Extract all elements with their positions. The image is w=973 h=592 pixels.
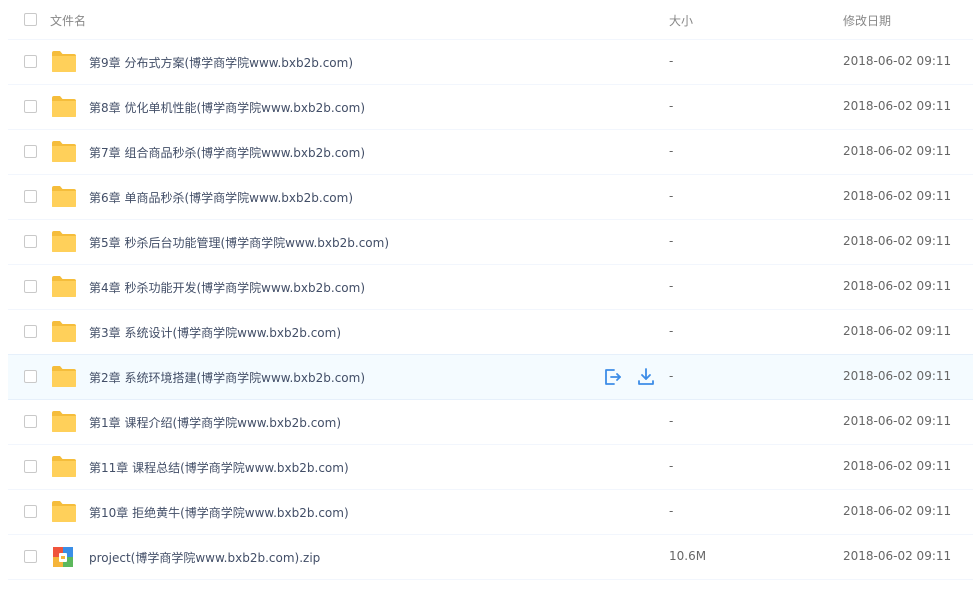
file-name[interactable]: 第10章 拒绝黄牛(博学商学院www.bxb2b.com) [89, 504, 349, 521]
folder-icon[interactable] [51, 230, 77, 253]
file-row[interactable]: 第6章 单商品秒杀(博学商学院www.bxb2b.com) - 2018-06-02… [8, 175, 973, 220]
file-date: 2018-06-02 09:11 [843, 459, 952, 473]
file-size: - [669, 234, 674, 248]
file-date: 2018-06-02 09:11 [843, 234, 952, 248]
file-size: 10.6M [669, 549, 707, 563]
file-row[interactable]: 第10章 拒绝黄牛(博学商学院www.bxb2b.com) - 2018-06-02… [8, 490, 973, 535]
file-date: 2018-06-02 09:11 [843, 549, 952, 563]
folder-icon[interactable] [51, 410, 77, 433]
file-name[interactable]: 第6章 单商品秒杀(博学商学院www.bxb2b.com) [89, 189, 353, 206]
file-list: 文件名 大小 修改日期 第9章 分布式方案(博学商学院www.bxb2b.com… [8, 0, 973, 580]
row-checkbox[interactable] [24, 280, 37, 293]
row-checkbox[interactable] [24, 55, 37, 68]
folder-icon[interactable] [51, 140, 77, 163]
file-name[interactable]: 第9章 分布式方案(博学商学院www.bxb2b.com) [89, 54, 353, 71]
file-date: 2018-06-02 09:11 [843, 189, 952, 203]
file-rows: 第9章 分布式方案(博学商学院www.bxb2b.com) - 2018-06-02… [8, 40, 973, 580]
file-name[interactable]: project(博学商学院www.bxb2b.com).zip [89, 549, 320, 566]
file-row[interactable]: 第8章 优化单机性能(博学商学院www.bxb2b.com) - 2018-06-0… [8, 85, 973, 130]
folder-icon[interactable] [51, 50, 77, 73]
file-row[interactable]: 第1章 课程介绍(博学商学院www.bxb2b.com) - 2018-06-02 … [8, 400, 973, 445]
file-name[interactable]: 第11章 课程总结(博学商学院www.bxb2b.com) [89, 459, 349, 476]
file-date: 2018-06-02 09:11 [843, 504, 952, 518]
row-checkbox[interactable] [24, 460, 37, 473]
row-checkbox[interactable] [24, 370, 37, 383]
file-date: 2018-06-02 09:11 [843, 54, 952, 68]
file-name[interactable]: 第8章 优化单机性能(博学商学院www.bxb2b.com) [89, 99, 365, 116]
folder-icon[interactable] [51, 320, 77, 343]
file-date: 2018-06-02 09:11 [843, 279, 952, 293]
column-header-date[interactable]: 修改日期 [843, 12, 891, 29]
file-row[interactable]: 第7章 组合商品秒杀(博学商学院www.bxb2b.com) - 2018-06-0… [8, 130, 973, 175]
file-row[interactable]: project(博学商学院www.bxb2b.com).zip 10.6M 2018… [8, 535, 973, 580]
file-row[interactable]: 第5章 秒杀后台功能管理(博学商学院www.bxb2b.com) - 2018-06… [8, 220, 973, 265]
folder-icon[interactable] [51, 275, 77, 298]
file-row[interactable]: 第3章 系统设计(博学商学院www.bxb2b.com) - 2018-06-02 … [8, 310, 973, 355]
file-date: 2018-06-02 09:11 [843, 324, 952, 338]
file-name[interactable]: 第2章 系统环境搭建(博学商学院www.bxb2b.com) [89, 369, 365, 386]
file-size: - [669, 189, 674, 203]
file-row[interactable]: 第4章 秒杀功能开发(博学商学院www.bxb2b.com) - 2018-06-0… [8, 265, 973, 310]
file-size: - [669, 279, 674, 293]
file-date: 2018-06-02 09:11 [843, 369, 952, 383]
row-checkbox[interactable] [24, 415, 37, 428]
zip-icon[interactable] [53, 547, 73, 567]
file-date: 2018-06-02 09:11 [843, 99, 952, 113]
file-date: 2018-06-02 09:11 [843, 144, 952, 158]
file-name[interactable]: 第5章 秒杀后台功能管理(博学商学院www.bxb2b.com) [89, 234, 389, 251]
file-size: - [669, 504, 674, 518]
download-icon[interactable] [636, 367, 656, 387]
row-checkbox[interactable] [24, 505, 37, 518]
file-size: - [669, 414, 674, 428]
file-name[interactable]: 第4章 秒杀功能开发(博学商学院www.bxb2b.com) [89, 279, 365, 296]
column-header-name[interactable]: 文件名 [50, 12, 86, 29]
file-size: - [669, 459, 674, 473]
list-header: 文件名 大小 修改日期 [8, 0, 973, 40]
file-name[interactable]: 第3章 系统设计(博学商学院www.bxb2b.com) [89, 324, 341, 341]
row-checkbox[interactable] [24, 100, 37, 113]
file-row[interactable]: 第2章 系统环境搭建(博学商学院www.bxb2b.com) - 2018-06-0… [8, 354, 973, 400]
row-checkbox[interactable] [24, 190, 37, 203]
select-all-checkbox[interactable] [24, 13, 37, 26]
folder-icon[interactable] [51, 500, 77, 523]
file-size: - [669, 99, 674, 113]
folder-icon[interactable] [51, 455, 77, 478]
file-row[interactable]: 第11章 课程总结(博学商学院www.bxb2b.com) - 2018-06-02… [8, 445, 973, 490]
file-name[interactable]: 第7章 组合商品秒杀(博学商学院www.bxb2b.com) [89, 144, 365, 161]
column-header-size[interactable]: 大小 [669, 12, 693, 29]
file-name[interactable]: 第1章 课程介绍(博学商学院www.bxb2b.com) [89, 414, 341, 431]
folder-icon[interactable] [51, 365, 77, 388]
share-icon[interactable] [603, 367, 623, 387]
file-row[interactable]: 第9章 分布式方案(博学商学院www.bxb2b.com) - 2018-06-02… [8, 40, 973, 85]
row-checkbox[interactable] [24, 325, 37, 338]
file-date: 2018-06-02 09:11 [843, 414, 952, 428]
folder-icon[interactable] [51, 95, 77, 118]
row-checkbox[interactable] [24, 145, 37, 158]
file-size: - [669, 144, 674, 158]
file-size: - [669, 54, 674, 68]
row-checkbox[interactable] [24, 550, 37, 563]
row-checkbox[interactable] [24, 235, 37, 248]
folder-icon[interactable] [51, 185, 77, 208]
file-size: - [669, 369, 674, 383]
file-size: - [669, 324, 674, 338]
